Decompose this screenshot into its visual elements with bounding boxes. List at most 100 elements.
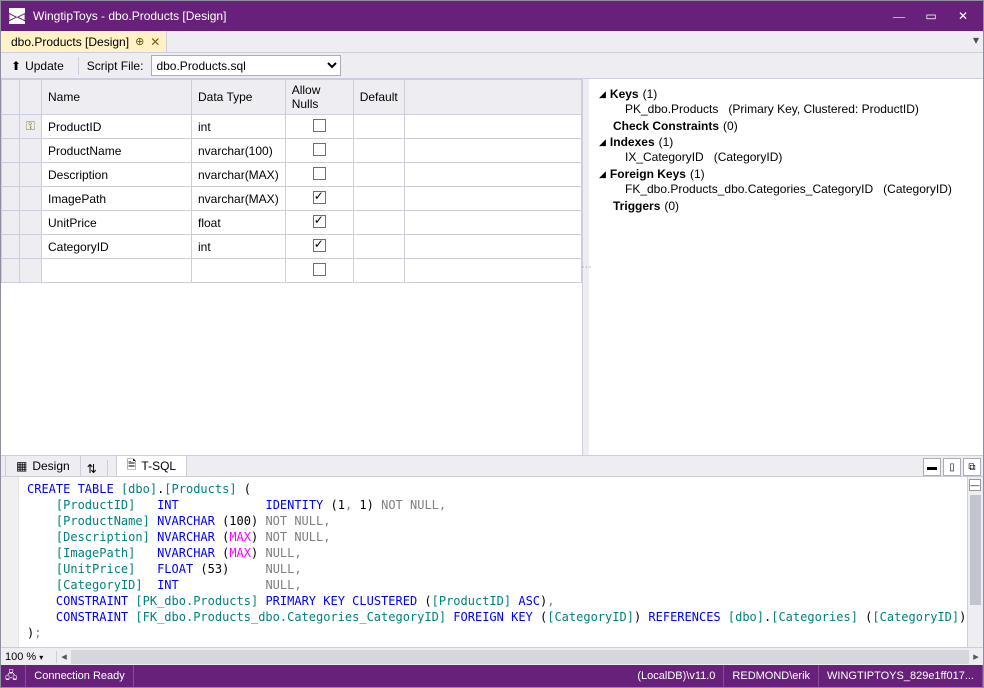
checkbox[interactable] — [313, 119, 326, 132]
design-view-tab[interactable]: ▦Design — [5, 455, 81, 476]
row-header[interactable] — [2, 163, 20, 187]
close-button[interactable]: ✕ — [951, 4, 975, 28]
col-header-type[interactable]: Data Type — [192, 80, 286, 115]
nulls-cell[interactable] — [285, 259, 353, 283]
row-header[interactable] — [2, 259, 20, 283]
default-cell[interactable] — [353, 211, 404, 235]
row-header[interactable] — [2, 115, 20, 139]
type-cell[interactable]: int — [192, 115, 286, 139]
status-bar: 🖧 Connection Ready (LocalDB)\v11.0 REDMO… — [1, 665, 983, 687]
columns-grid[interactable]: Name Data Type Allow Nulls Default ⚿Prod… — [1, 79, 583, 455]
update-label: Update — [25, 59, 64, 73]
name-cell[interactable]: CategoryID — [42, 235, 192, 259]
indexes-header[interactable]: ◢ Indexes (1) — [599, 135, 973, 149]
default-cell[interactable] — [353, 259, 404, 283]
script-file-select[interactable]: dbo.Products.sql — [151, 55, 341, 76]
default-cell[interactable] — [353, 163, 404, 187]
row-header[interactable] — [2, 235, 20, 259]
checks-header[interactable]: Check Constraints (0) — [599, 119, 973, 133]
checkbox[interactable] — [313, 191, 326, 204]
minimize-button[interactable]: — — [887, 4, 911, 28]
pk-cell — [20, 235, 42, 259]
nulls-cell[interactable] — [285, 187, 353, 211]
keys-header[interactable]: ◢ Keys (1) — [599, 87, 973, 101]
type-cell[interactable]: nvarchar(MAX) — [192, 163, 286, 187]
index-item[interactable]: IX_CategoryID (CategoryID) — [599, 149, 973, 165]
tsql-view-tab[interactable]: 🗎T-SQL — [116, 455, 187, 476]
nulls-cell[interactable] — [285, 211, 353, 235]
sql-editor[interactable]: CREATE TABLE [dbo].[Products] ( [Product… — [1, 477, 983, 647]
table-row[interactable]: ImagePathnvarchar(MAX) — [2, 187, 582, 211]
nulls-cell[interactable] — [285, 139, 353, 163]
checkbox[interactable] — [313, 215, 326, 228]
tabs-dropdown-icon[interactable]: ▾ — [973, 33, 979, 47]
table-row[interactable]: UnitPricefloat — [2, 211, 582, 235]
default-cell[interactable] — [353, 187, 404, 211]
key-item[interactable]: PK_dbo.Products (Primary Key, Clustered:… — [599, 101, 973, 117]
sql-text[interactable]: CREATE TABLE [dbo].[Products] ( [Product… — [19, 477, 967, 647]
checkbox[interactable] — [313, 263, 326, 276]
name-cell[interactable]: ProductName — [42, 139, 192, 163]
name-cell[interactable]: ImagePath — [42, 187, 192, 211]
type-cell[interactable]: float — [192, 211, 286, 235]
default-cell[interactable] — [353, 139, 404, 163]
checkbox[interactable] — [313, 239, 326, 252]
col-header-name[interactable]: Name — [42, 80, 192, 115]
scroll-thumb[interactable] — [970, 495, 981, 605]
titlebar[interactable]: ▷◁ WingtipToys - dbo.Products [Design] —… — [1, 1, 983, 31]
split-h-button[interactable]: ▬ — [923, 458, 941, 476]
swap-icon[interactable]: ⇅ — [81, 462, 103, 476]
filler-cell — [404, 235, 581, 259]
split-toggle-icon[interactable]: — — [969, 479, 981, 491]
tab-dbo-products[interactable]: dbo.Products [Design] ⊕ ✕ — [1, 31, 167, 52]
col-filler — [404, 80, 581, 115]
close-tab-icon[interactable]: ✕ — [150, 35, 160, 49]
checkbox[interactable] — [313, 143, 326, 156]
name-cell[interactable]: ProductID — [42, 115, 192, 139]
row-header[interactable] — [2, 187, 20, 211]
zoom-level[interactable]: 100 % ▾ — [1, 651, 57, 663]
table-row[interactable]: CategoryIDint — [2, 235, 582, 259]
window-title: WingtipToys - dbo.Products [Design] — [33, 9, 879, 23]
table-row[interactable]: Descriptionnvarchar(MAX) — [2, 163, 582, 187]
triggers-header[interactable]: Triggers (0) — [599, 199, 973, 213]
row-header[interactable] — [2, 211, 20, 235]
type-cell[interactable]: int — [192, 235, 286, 259]
default-cell[interactable] — [353, 115, 404, 139]
fks-header[interactable]: ◢ Foreign Keys (1) — [599, 167, 973, 181]
conn-icon: 🖧 — [1, 665, 26, 687]
checkbox[interactable] — [313, 167, 326, 180]
type-cell[interactable] — [192, 259, 286, 283]
fk-item[interactable]: FK_dbo.Products_dbo.Categories_CategoryI… — [599, 181, 973, 197]
name-cell[interactable]: Description — [42, 163, 192, 187]
table-row[interactable]: ProductNamenvarchar(100) — [2, 139, 582, 163]
default-cell[interactable] — [353, 235, 404, 259]
collapse-icon: ◢ — [599, 169, 606, 180]
scroll-track[interactable] — [71, 650, 969, 664]
maximize-button[interactable]: ▭ — [919, 4, 943, 28]
name-cell[interactable] — [42, 259, 192, 283]
type-cell[interactable]: nvarchar(100) — [192, 139, 286, 163]
type-cell[interactable]: nvarchar(MAX) — [192, 187, 286, 211]
col-header-default[interactable]: Default — [353, 80, 404, 115]
update-button[interactable]: ⬆ Update — [5, 57, 70, 75]
pk-cell — [20, 259, 42, 283]
expand-button[interactable]: ⧉ — [963, 458, 981, 476]
pin-icon[interactable]: ⊕ — [135, 35, 144, 48]
split-v-button[interactable]: ▯ — [943, 458, 961, 476]
vertical-scrollbar[interactable]: — — [967, 477, 983, 647]
nulls-cell[interactable] — [285, 115, 353, 139]
collapse-icon: ◢ — [599, 137, 606, 148]
scroll-left-icon[interactable]: ◂ — [57, 649, 71, 665]
name-cell[interactable]: UnitPrice — [42, 211, 192, 235]
nulls-cell[interactable] — [285, 163, 353, 187]
table-row[interactable] — [2, 259, 582, 283]
scroll-right-icon[interactable]: ▸ — [969, 649, 983, 665]
row-header[interactable] — [2, 139, 20, 163]
design-icon: ▦ — [16, 459, 27, 473]
horizontal-scrollbar[interactable]: ◂ ▸ — [57, 649, 983, 665]
nulls-cell[interactable] — [285, 235, 353, 259]
vs-logo-icon: ▷◁ — [9, 8, 25, 24]
table-row[interactable]: ⚿ProductIDint — [2, 115, 582, 139]
col-header-nulls[interactable]: Allow Nulls — [285, 80, 353, 115]
